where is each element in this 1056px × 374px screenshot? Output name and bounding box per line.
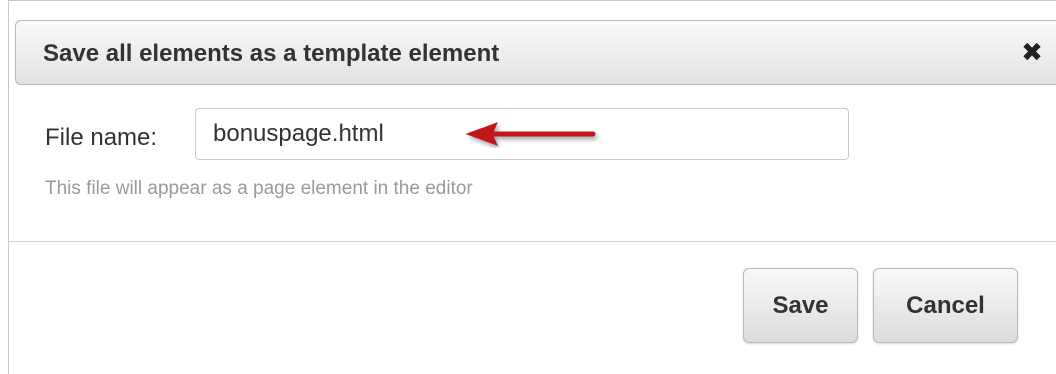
dialog-title: Save all elements as a template element <box>43 40 500 67</box>
cancel-button[interactable]: Cancel <box>873 268 1018 343</box>
dialog-titlebar: Save all elements as a template element … <box>15 20 1056 85</box>
file-name-input[interactable] <box>195 108 849 160</box>
footer-divider <box>9 241 1056 242</box>
save-template-dialog: Save all elements as a template element … <box>8 0 1056 374</box>
save-button[interactable]: Save <box>743 268 858 343</box>
close-icon[interactable]: ✖ <box>1019 37 1045 67</box>
file-name-field-wrapper <box>195 108 849 160</box>
help-text: This file will appear as a page element … <box>45 178 473 199</box>
file-name-label: File name: <box>45 124 158 151</box>
